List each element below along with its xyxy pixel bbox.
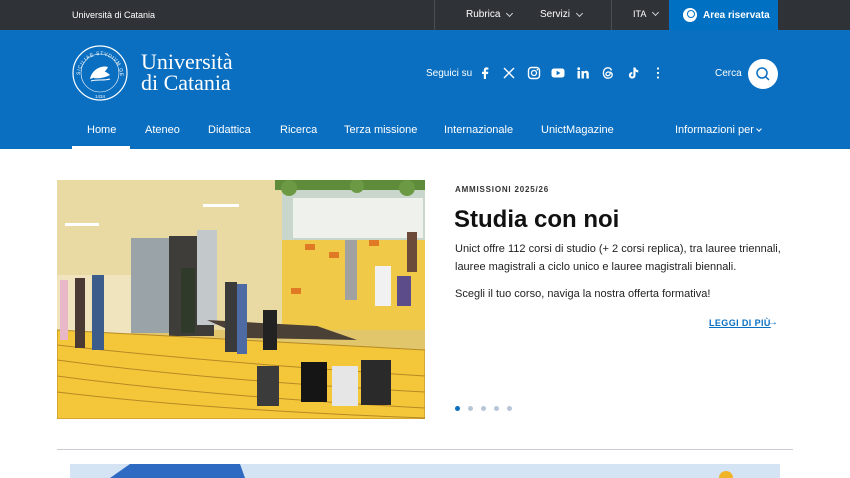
tiktok-icon[interactable] — [626, 66, 640, 80]
wordmark-line2: di Catania — [141, 70, 231, 95]
next-section-banner — [70, 464, 780, 478]
divider — [611, 0, 612, 30]
section-divider — [57, 449, 793, 450]
wordmark-line1: Università — [141, 49, 233, 74]
university-seal-logo[interactable]: SICILIAE STVDIVM GENERALE 1434 — [72, 45, 128, 101]
hero-description-cta: Scegli il tuo corso, naviga la nostra of… — [455, 288, 711, 300]
carousel-dot[interactable] — [494, 406, 499, 411]
hero-title: Studia con noi — [454, 206, 620, 233]
chevron-down-icon — [652, 8, 660, 17]
hero-photo — [57, 180, 425, 419]
servizi-menu[interactable]: Servizi — [540, 9, 584, 20]
nav-active-indicator — [72, 146, 130, 149]
carousel-dot[interactable] — [468, 406, 473, 411]
search-button[interactable] — [748, 59, 778, 89]
carousel-dot[interactable] — [507, 406, 512, 411]
more-options-icon[interactable] — [651, 66, 665, 80]
instagram-icon[interactable] — [527, 66, 541, 80]
chevron-down-icon — [575, 9, 584, 17]
chevron-down-icon — [756, 125, 762, 132]
hero-kicker: AMMISSIONI 2025/26 — [455, 185, 549, 194]
divider — [434, 0, 435, 30]
facebook-icon[interactable] — [478, 66, 492, 80]
nav-item-ricerca[interactable]: Ricerca — [280, 124, 317, 136]
youtube-icon[interactable] — [551, 66, 565, 80]
rubrica-label: Rubrica — [466, 9, 501, 20]
x-icon[interactable] — [502, 66, 516, 80]
site-header: SICILIAE STVDIVM GENERALE 1434 Universit… — [0, 30, 850, 149]
language-selector[interactable]: ITA — [633, 8, 660, 19]
threads-icon[interactable] — [601, 66, 615, 80]
area-riservata-button[interactable]: Area riservata — [669, 0, 778, 30]
area-riservata-label: Area riservata — [703, 9, 770, 21]
user-icon — [683, 8, 697, 22]
arrow-right-icon[interactable]: → — [768, 317, 778, 328]
nav-informazioni-per[interactable]: Informazioni per — [675, 124, 762, 136]
nav-item-unictmagazine[interactable]: UnictMagazine — [541, 124, 614, 136]
rubrica-menu[interactable]: Rubrica — [466, 9, 514, 20]
carousel-dot[interactable] — [455, 406, 460, 411]
carousel-pagination — [455, 406, 512, 411]
follow-label: Seguici su — [426, 68, 473, 79]
nav-item-ateneo[interactable]: Ateneo — [145, 124, 180, 136]
nav-item-internazionale[interactable]: Internazionale — [444, 124, 513, 136]
chevron-down-icon — [506, 9, 514, 17]
banner-graphic — [70, 464, 780, 478]
linkedin-icon[interactable] — [576, 66, 590, 80]
seal-year: 1434 — [95, 94, 106, 99]
informazioni-per-label: Informazioni per — [675, 124, 754, 136]
university-link[interactable]: Università di Catania — [72, 10, 155, 20]
search-icon — [756, 67, 770, 81]
language-label: ITA — [633, 9, 647, 19]
university-wordmark[interactable]: Università di Catania — [141, 49, 233, 95]
utility-bar: Università di Catania Rubrica Servizi IT… — [0, 0, 850, 30]
search-label: Cerca — [715, 68, 742, 79]
nav-item-terza-missione[interactable]: Terza missione — [344, 124, 417, 136]
nav-item-home[interactable]: Home — [87, 124, 116, 136]
carousel-dot[interactable] — [481, 406, 486, 411]
read-more-link[interactable]: LEGGI DI PIÙ — [709, 318, 771, 328]
students-campus-photo — [57, 180, 425, 419]
hero-description: Unict offre 112 corsi di studio (+ 2 cor… — [455, 243, 781, 273]
servizi-label: Servizi — [540, 9, 571, 20]
nav-item-didattica[interactable]: Didattica — [208, 124, 251, 136]
